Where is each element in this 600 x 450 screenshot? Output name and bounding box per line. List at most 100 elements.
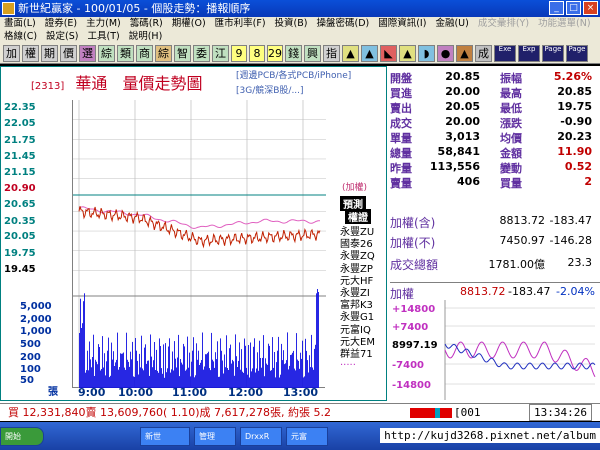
menu-item[interactable]: 格線(C) — [4, 30, 37, 43]
toolbar-button[interactable]: 綜 — [155, 45, 172, 62]
mini-header: 加權 8813.72 -183.47 -2.04% — [390, 282, 600, 301]
start-button[interactable]: 開始 — [0, 427, 44, 446]
toolbar-button[interactable]: ● — [437, 45, 454, 62]
menu-item[interactable]: 金融(U) — [435, 17, 468, 30]
price-tick-label: 22.35 — [4, 102, 36, 113]
volume-bar — [174, 341, 175, 388]
menu-item[interactable]: 功能選單(N) — [538, 17, 591, 30]
maximize-button[interactable]: □ — [566, 1, 581, 15]
taskbar-item[interactable]: 管理 — [194, 427, 236, 446]
volume-bar — [287, 332, 288, 388]
volume-bar — [106, 361, 107, 388]
toolbar-button[interactable]: ▲ — [456, 45, 473, 62]
title-bar: 新世紀贏家 - 100/01/05 - 個股走勢：播報順序 _ □ × — [0, 0, 600, 17]
volume-bar — [224, 354, 225, 388]
taskbar-item[interactable]: 新世 — [140, 427, 190, 446]
volume-bar — [227, 368, 228, 388]
volume-bar — [263, 335, 264, 388]
price-tick-label: 20.05 — [4, 231, 36, 242]
volume-bar — [144, 347, 145, 388]
broker-item[interactable]: ..... — [340, 357, 356, 368]
code-input-value[interactable]: 001 — [461, 406, 481, 419]
menu-item[interactable]: 期權(O) — [172, 17, 206, 30]
menu-item[interactable]: 主力(M) — [86, 17, 121, 30]
toolbar-button[interactable]: ◣ — [380, 45, 397, 62]
toolbar-button[interactable]: 江 — [212, 45, 229, 62]
menu-item[interactable]: 操盤密碼(D) — [316, 17, 369, 30]
menu-item[interactable]: 證券(E) — [45, 17, 77, 30]
volume-bar — [318, 292, 319, 388]
close-button[interactable]: × — [583, 1, 598, 15]
menu-item[interactable]: 匯市利率(F) — [215, 17, 266, 30]
toolbar-button[interactable]: ▲ — [399, 45, 416, 62]
menu-item[interactable]: 投資(B) — [275, 17, 308, 30]
toolbar-button[interactable]: ▲ — [342, 45, 359, 62]
quote-row: 昨量 113,556 變動 0.52 — [390, 160, 600, 176]
volume-bar — [159, 338, 160, 388]
volume-bar — [316, 293, 317, 388]
toolbar-button[interactable]: 錢 — [285, 45, 302, 62]
quote-row: 開盤 20.85 振幅 5.26% — [390, 70, 600, 86]
tag-weighted: (加權) — [342, 183, 368, 193]
index-value: 8813.72 — [499, 214, 546, 227]
toolbar-button[interactable]: 權 — [22, 45, 39, 62]
tag-warrant[interactable]: 權證 — [345, 209, 371, 224]
menu-item[interactable]: 成交彙排(Y) — [478, 17, 529, 30]
menu-item[interactable]: 說明(H) — [129, 30, 163, 43]
volume-bar — [282, 360, 283, 388]
quote-label: 最高 — [500, 87, 522, 100]
toolbar-button[interactable]: 期 — [41, 45, 58, 62]
toolbar-button[interactable]: 興 — [304, 45, 321, 62]
stock-code: [2313] — [31, 81, 65, 92]
price-tick-label: 22.05 — [4, 118, 36, 129]
menu-item[interactable]: 籌碼(R) — [130, 17, 163, 30]
toolbar-button[interactable]: 指 — [323, 45, 340, 62]
volume-bar — [137, 360, 138, 388]
toolbar-button[interactable]: 綜 — [98, 45, 115, 62]
volume-bar — [277, 350, 278, 388]
stock-tags-line1[interactable]: [週邊PCB/各式PCB/iPhone] — [236, 69, 351, 84]
volume-bar — [150, 334, 151, 388]
toolbar-button[interactable]: 成 — [475, 45, 492, 62]
volume-bar — [79, 333, 80, 388]
toolbar-button[interactable]: Exp — [518, 45, 540, 62]
menu-item[interactable]: 設定(S) — [46, 30, 78, 43]
toolbar-button[interactable]: 29 — [267, 45, 283, 62]
stock-tags-line2[interactable]: [3G/競深B股/...] — [236, 84, 351, 99]
time-tick-label: 9:00 — [78, 386, 106, 399]
mini-tick-label: +7400 — [392, 322, 428, 333]
volume-bar — [135, 338, 136, 388]
toolbar-button[interactable]: 價 — [60, 45, 77, 62]
code-input[interactable]: [001 — [454, 404, 481, 421]
taskbar-item[interactable]: DrxxR — [240, 427, 282, 446]
toolbar-button[interactable]: 選 — [79, 45, 96, 62]
minimize-button[interactable]: _ — [549, 1, 564, 15]
volume-bar — [147, 360, 148, 388]
quote-label: 賣量 — [390, 177, 412, 190]
volume-bar — [302, 340, 303, 388]
toolbar-button[interactable]: 9 — [231, 45, 247, 62]
menu-item[interactable]: 工具(T) — [88, 30, 120, 43]
menu-item[interactable]: 國際資訊(I) — [378, 17, 426, 30]
toolbar-button[interactable]: Page — [542, 45, 564, 62]
volume-bar — [307, 360, 308, 388]
stock-name: 華通 — [75, 74, 108, 93]
toolbar-button[interactable]: 委 — [193, 45, 210, 62]
toolbar-button[interactable]: ▲ — [361, 45, 378, 62]
volume-bar — [266, 363, 267, 388]
toolbar-button[interactable]: ◗ — [418, 45, 435, 62]
volume-bar — [181, 362, 182, 388]
volume-bar — [260, 358, 261, 388]
toolbar-button[interactable]: 類 — [117, 45, 134, 62]
menu-item[interactable]: 畫面(L) — [4, 17, 36, 30]
taskbar-item[interactable]: 元富 — [286, 427, 328, 446]
volume-bar — [127, 359, 128, 388]
toolbar-button[interactable]: Page — [566, 45, 588, 62]
volume-bar — [273, 367, 274, 388]
toolbar-button[interactable]: Exe — [494, 45, 516, 62]
toolbar-button[interactable]: 8 — [249, 45, 265, 62]
toolbar-button[interactable]: 智 — [174, 45, 191, 62]
toolbar-button[interactable]: 商 — [136, 45, 153, 62]
toolbar-button[interactable]: 加 — [3, 45, 20, 62]
index-row-1: 加權(含) 8813.72 -183.47 — [390, 214, 600, 232]
